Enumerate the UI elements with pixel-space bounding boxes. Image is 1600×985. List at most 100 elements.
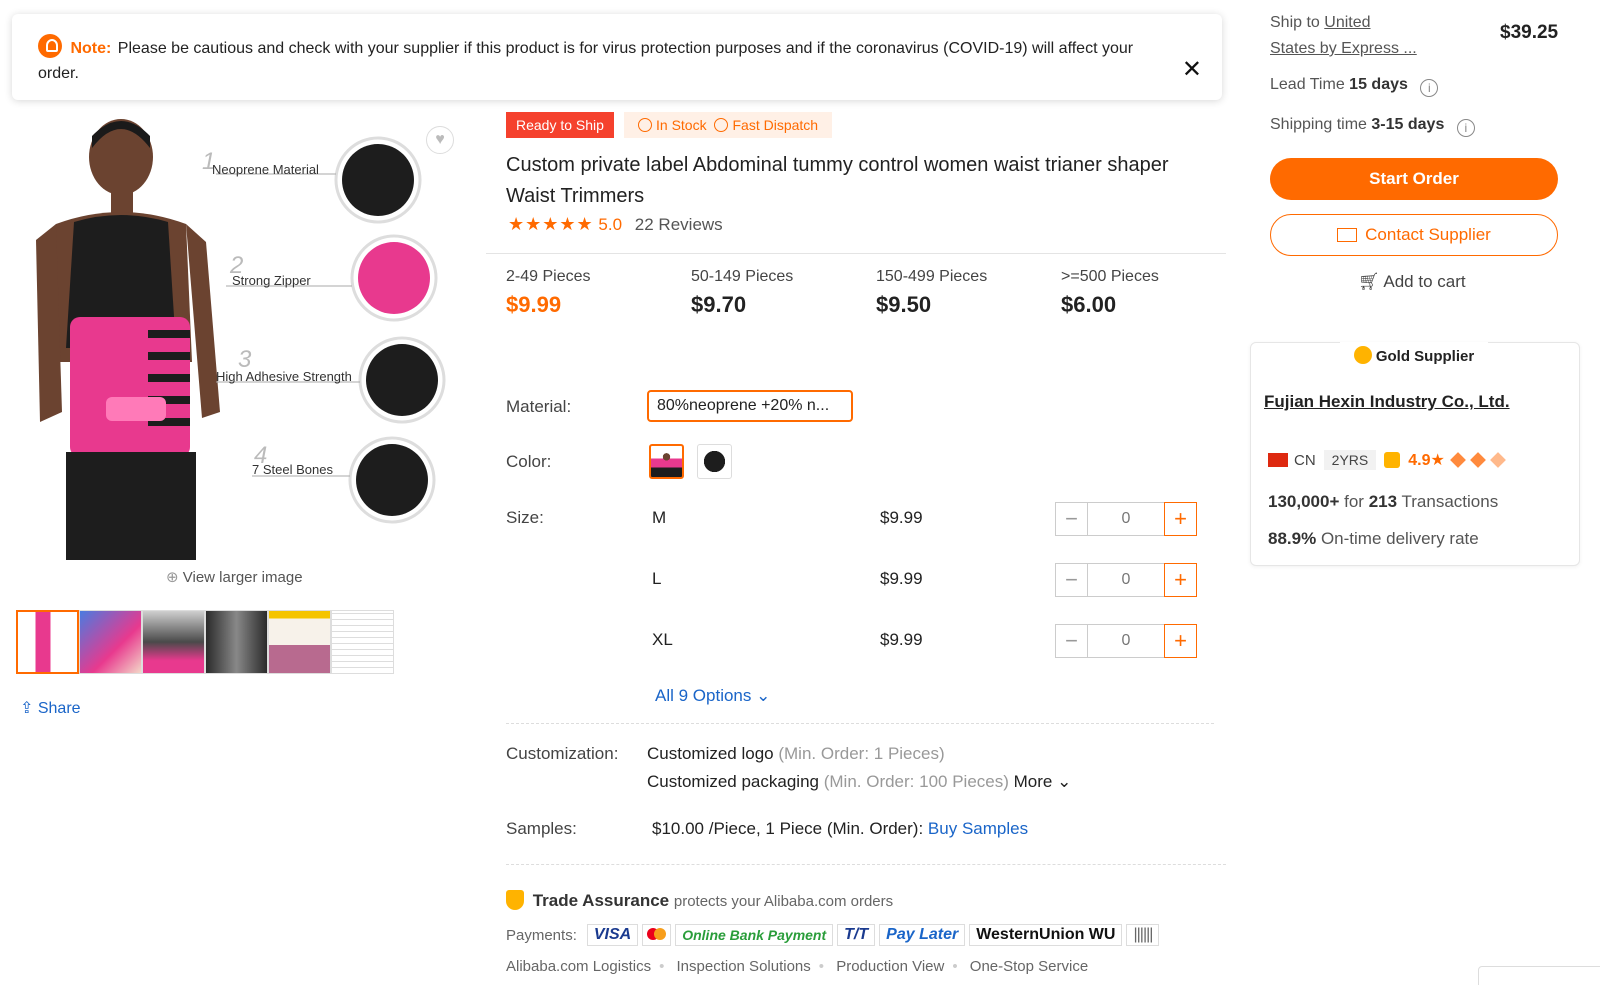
quantity-stepper: − 0 +	[1055, 502, 1197, 536]
callout-high-adhesive-strength: High Adhesive Strength	[216, 369, 352, 384]
pay-later-logo: Pay Later	[879, 924, 966, 946]
floating-widget[interactable]	[1478, 966, 1600, 985]
size-row: M $9.99 − 0 +	[652, 502, 1212, 536]
buy-samples-link[interactable]: Buy Samples	[928, 819, 1028, 838]
thumbnail[interactable]	[268, 610, 331, 674]
thumbnail[interactable]	[142, 610, 205, 674]
price-tier: 150-499 Pieces $9.50	[876, 268, 988, 317]
country-code: CN	[1294, 451, 1316, 469]
ready-to-ship-tag: Ready to Ship	[506, 112, 614, 138]
check-circle-icon	[714, 118, 729, 132]
main-product-image[interactable]: 1 Neoprene Material 2 2 Strong Zipper 3 …	[16, 112, 461, 560]
samples-label: Samples:	[506, 819, 577, 838]
divider	[486, 253, 1226, 254]
price-tiers: 2-49 Pieces $9.99 50-149 Pieces $9.70 15…	[506, 268, 1266, 318]
callout-strong-zipper-label: Strong Zipper	[232, 273, 311, 288]
thumbnail[interactable]	[79, 610, 142, 674]
price-tier: 50-149 Pieces $9.70	[691, 268, 794, 317]
increment-button[interactable]: +	[1164, 502, 1197, 536]
stock-dispatch-tag: In Stock Fast Dispatch	[624, 112, 833, 138]
view-larger-link[interactable]: ⊕ View larger image	[166, 568, 303, 586]
contact-supplier-button[interactable]: Contact Supplier	[1270, 214, 1558, 256]
all-options-link[interactable]: All 9 Options ⌄	[655, 686, 770, 706]
mastercard-icon	[642, 924, 672, 946]
more-link[interactable]: More ⌄	[1014, 772, 1072, 791]
tt-logo: T/T	[837, 924, 876, 946]
rating-score: 5.0	[598, 215, 623, 234]
covid-note-banner: Note: Please be cautious and check with …	[12, 14, 1222, 100]
boleto-barcode-icon: ||||||	[1126, 924, 1160, 946]
divider	[506, 864, 1226, 865]
close-icon[interactable]: ✕	[1182, 58, 1202, 82]
size-row: XL $9.99 − 0 +	[652, 624, 1212, 658]
visa-logo: VISA	[586, 924, 639, 946]
samples-info: $10.00 /Piece, 1 Piece (Min. Order): Buy…	[652, 819, 1029, 838]
years-badge: 2YRS	[1323, 450, 1377, 470]
service-link[interactable]: Inspection Solutions	[677, 958, 811, 975]
increment-button[interactable]: +	[1164, 563, 1197, 597]
increment-button[interactable]: +	[1164, 624, 1197, 658]
decrement-button[interactable]: −	[1055, 624, 1088, 658]
western-union-logo: WesternUnion WU	[969, 924, 1123, 946]
color-swatch-pink[interactable]	[649, 444, 684, 479]
share-link[interactable]: ⇪ Share	[20, 698, 81, 718]
supplier-score: 4.9★	[1408, 452, 1445, 469]
payment-methods: Payments: VISA Online Bank Payment T/T P…	[506, 924, 1160, 946]
star-rating-icon: ★★★★★	[508, 214, 594, 234]
material-option[interactable]: 80%neoprene +20% n...	[647, 390, 853, 422]
favorite-heart-icon[interactable]: ♥	[426, 126, 454, 154]
quantity-input[interactable]: 0	[1088, 624, 1164, 658]
online-bank-payment-logo: Online Bank Payment	[675, 924, 834, 946]
service-link[interactable]: Production View	[836, 958, 944, 975]
start-order-button[interactable]: Start Order	[1270, 158, 1558, 200]
price-tier: >=500 Pieces $6.00	[1061, 268, 1159, 317]
shipping-price: $39.25	[1500, 22, 1559, 43]
quantity-input[interactable]: 0	[1088, 563, 1164, 597]
info-icon[interactable]: i	[1456, 119, 1475, 137]
product-title: Custom private label Abdominal tummy con…	[506, 154, 1169, 207]
size-label: Size:	[506, 508, 544, 527]
cart-icon: 🛒︎	[1358, 272, 1380, 291]
add-to-cart-button[interactable]: 🛒︎ Add to cart	[1358, 272, 1466, 292]
thumbnail[interactable]	[16, 610, 79, 674]
destination-link[interactable]: United	[1324, 14, 1370, 31]
lead-time: Lead Time 15 days i	[1270, 76, 1439, 97]
color-swatch-black[interactable]	[697, 444, 732, 479]
trade-assurance: Trade Assurance protects your Alibaba.co…	[506, 890, 893, 911]
diamond-icon	[1469, 452, 1486, 468]
gold-medal-icon	[1353, 346, 1372, 364]
thumbnail[interactable]	[331, 610, 394, 674]
diamond-icon	[1489, 452, 1506, 468]
decrement-button[interactable]: −	[1055, 502, 1088, 536]
thumbnail-strip	[16, 610, 394, 676]
decrement-button[interactable]: −	[1055, 563, 1088, 597]
review-count[interactable]: 22 Reviews	[635, 215, 723, 234]
service-link[interactable]: One-Stop Service	[970, 958, 1088, 975]
callout-steel-bones: 7 Steel Bones	[252, 462, 333, 477]
divider	[506, 723, 1214, 724]
quantity-input[interactable]: 0	[1088, 502, 1164, 536]
color-label: Color:	[506, 452, 552, 471]
zoom-icon: ⊕	[166, 569, 179, 586]
lightbulb-icon	[38, 34, 62, 58]
ontime-delivery-stat: 88.9% On-time delivery rate	[1268, 529, 1479, 548]
shipping-time: Shipping time 3-15 days i	[1270, 116, 1475, 137]
verified-icon	[1384, 452, 1401, 468]
info-icon[interactable]: i	[1420, 79, 1439, 97]
customization-logo: Customized logo (Min. Order: 1 Pieces)	[647, 744, 945, 763]
chevron-down-icon: ⌄	[1057, 772, 1072, 791]
chevron-down-icon: ⌄	[756, 686, 771, 705]
supplier-name-link[interactable]: Fujian Hexin Industry Co., Ltd.	[1264, 392, 1510, 412]
product-rating[interactable]: ★★★★★ 5.0 22 Reviews	[508, 214, 723, 235]
size-row: L $9.99 − 0 +	[652, 563, 1212, 597]
note-text: Please be cautious and check with your s…	[38, 40, 1134, 82]
supplier-badges: CN 2YRS 4.9★	[1268, 450, 1506, 470]
price-tier: 2-49 Pieces $9.99	[506, 268, 591, 317]
note-label: Note:	[70, 40, 112, 57]
material-label: Material:	[506, 397, 572, 416]
trade-services: Alibaba.com Logistics • Inspection Soluti…	[506, 958, 1089, 975]
thumbnail[interactable]	[205, 610, 268, 674]
mail-icon	[1337, 228, 1358, 242]
service-link[interactable]: Alibaba.com Logistics	[506, 958, 651, 975]
destination-link[interactable]: States by Express ...	[1270, 40, 1417, 57]
